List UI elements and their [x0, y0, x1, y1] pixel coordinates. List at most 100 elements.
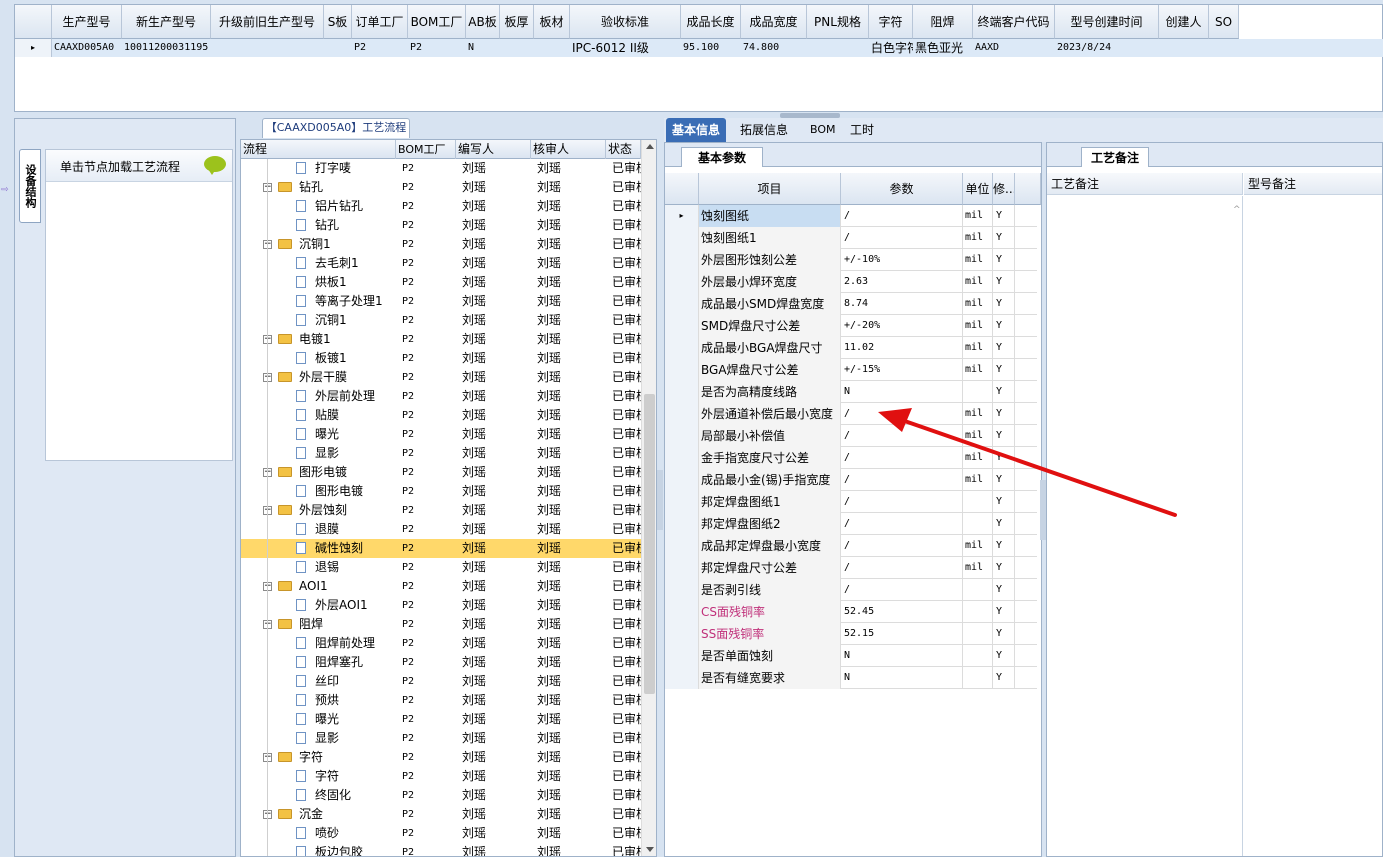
col-header[interactable]: 板材 [534, 5, 570, 39]
grid-cell[interactable] [502, 39, 534, 57]
process-row[interactable]: −沉金P2刘瑶刘瑶已审核 [241, 805, 656, 824]
param-row[interactable]: 是否单面蚀刻 N Y [665, 645, 1037, 667]
param-row[interactable]: 成品最小BGA焊盘尺寸 11.02 mil Y [665, 337, 1037, 359]
col-header[interactable]: 板厚 [500, 5, 534, 39]
process-row[interactable]: 去毛刺1 P2 刘瑶 刘瑶 已审核 [241, 254, 656, 273]
process-row[interactable]: 板边包胶 P2 刘瑶 刘瑶 已审核 [241, 843, 656, 856]
grid-cell[interactable]: N [468, 39, 500, 57]
grid-cell[interactable] [1161, 39, 1209, 57]
grid-cell[interactable]: P2 [410, 39, 466, 57]
grid-cell[interactable]: AAXD [975, 39, 1055, 57]
top-grid-row[interactable]: ▸ CAAXD005A0 10011200031195 P2 P2 N IPC-6012 I… [15, 39, 1383, 57]
param-row[interactable]: 蚀刻图纸1/mil Y [665, 227, 1037, 249]
process-row[interactable]: 退膜 P2 刘瑶 刘瑶 已审核 [241, 520, 656, 539]
process-row[interactable]: 丝印 P2 刘瑶 刘瑶 已审核 [241, 672, 656, 691]
tab-bom[interactable]: BOM [804, 118, 842, 142]
process-row[interactable]: 打字唛 P2 刘瑶 刘瑶 已审核 [241, 159, 656, 178]
col-header[interactable]: 新生产型号 [122, 5, 211, 39]
grid-cell[interactable]: 白色字符 [871, 39, 913, 57]
param-row[interactable]: 成品邦定焊盘最小宽度 / mil Y [665, 535, 1037, 557]
param-row[interactable]: 邦定焊盘尺寸公差 / mil Y [665, 557, 1037, 579]
process-row[interactable]: −图形电镀P2刘瑶刘瑶已审核 [241, 463, 656, 482]
process-row[interactable]: 曝光 P2 刘瑶 刘瑶 已审核 [241, 710, 656, 729]
param-value[interactable]: / [841, 227, 963, 249]
col-header[interactable]: 升级前旧生产型号 [211, 5, 324, 39]
param-row[interactable]: ▸ 蚀刻图纸 / mil Y [665, 205, 1037, 227]
param-row[interactable]: 外层图形蚀刻公差 +/-10% mil Y [665, 249, 1037, 271]
param-value[interactable]: / [841, 491, 963, 513]
param-value[interactable]: / [841, 403, 963, 425]
param-value[interactable]: / [841, 469, 963, 491]
process-row[interactable]: −AOI1P2刘瑶刘瑶已审核 [241, 577, 656, 596]
grid-cell[interactable]: IPC-6012 II级 [572, 39, 681, 57]
param-row[interactable]: SS面残铜率 52.15 Y [665, 623, 1037, 645]
subtab-basic-params[interactable]: 基本参数 [681, 147, 763, 167]
param-row[interactable]: 外层最小焊环宽度 2.63 mil Y [665, 271, 1037, 293]
param-row[interactable]: 邦定焊盘图纸1/ Y [665, 491, 1037, 513]
grid-cell[interactable]: 74.800 [743, 39, 807, 57]
param-row[interactable]: 是否剥引线 / Y [665, 579, 1037, 601]
process-row[interactable]: 板镀1 P2 刘瑶 刘瑶 已审核 [241, 349, 656, 368]
process-col-header[interactable]: 编写人 [456, 140, 531, 159]
process-row[interactable]: −外层干膜P2刘瑶刘瑶已审核 [241, 368, 656, 387]
param-value[interactable]: N [841, 667, 963, 689]
col-header[interactable]: 字符 [869, 5, 913, 39]
process-row[interactable]: −钻孔P2刘瑶刘瑶已审核 [241, 178, 656, 197]
param-row[interactable]: CS面残铜率 52.45 Y [665, 601, 1037, 623]
params-col-header[interactable]: 参数 [841, 173, 963, 205]
param-value[interactable]: +/-15% [841, 359, 963, 381]
process-row[interactable]: 喷砂 P2 刘瑶 刘瑶 已审核 [241, 824, 656, 843]
vertical-tab-equipment[interactable]: 设备结构 [19, 149, 41, 223]
col-header[interactable]: BOM工厂 [408, 5, 466, 39]
param-row[interactable]: 是否有缝宽要求 N Y [665, 667, 1037, 689]
param-value[interactable]: 52.15 [841, 623, 963, 645]
grid-cell[interactable]: 黑色亚光 [915, 39, 973, 57]
param-value[interactable]: / [841, 447, 963, 469]
param-row[interactable]: 金手指宽度尺寸公差 / mil Y [665, 447, 1037, 469]
col-header[interactable]: 阻焊 [913, 5, 973, 39]
col-header[interactable]: 订单工厂 [352, 5, 408, 39]
notes-scroll-up-icon[interactable]: ^ [1233, 205, 1241, 215]
param-value[interactable]: 2.63 [841, 271, 963, 293]
collapse-arrow-icon[interactable]: ⇨ [1, 185, 9, 195]
tab-extended-info[interactable]: 拓展信息 [734, 118, 794, 142]
notes-process-area[interactable] [1047, 196, 1243, 856]
param-value[interactable]: N [841, 645, 963, 667]
tab-basic-info[interactable]: 基本信息 [666, 118, 727, 142]
process-row[interactable]: −外层蚀刻P2刘瑶刘瑶已审核 [241, 501, 656, 520]
col-header[interactable]: 验收标准 [570, 5, 681, 39]
process-row[interactable]: 烘板1 P2 刘瑶 刘瑶 已审核 [241, 273, 656, 292]
process-row[interactable]: 显影 P2 刘瑶 刘瑶 已审核 [241, 729, 656, 748]
tab-work-hours[interactable]: 工时 [844, 118, 880, 142]
process-row[interactable]: −电镀1P2刘瑶刘瑶已审核 [241, 330, 656, 349]
param-value[interactable]: / [841, 205, 963, 227]
params-col-header[interactable]: 修... [993, 173, 1015, 205]
param-row[interactable]: 成品最小SMD焊盘宽度 8.74 mil Y [665, 293, 1037, 315]
col-header[interactable]: 创建人 [1159, 5, 1209, 39]
scroll-up-arrow-icon[interactable] [646, 144, 654, 149]
col-header[interactable]: 型号创建时间 [1055, 5, 1159, 39]
param-value[interactable]: +/-20% [841, 315, 963, 337]
process-row[interactable]: 终固化 P2 刘瑶 刘瑶 已审核 [241, 786, 656, 805]
param-value[interactable]: 11.02 [841, 337, 963, 359]
process-row[interactable]: 曝光 P2 刘瑶 刘瑶 已审核 [241, 425, 656, 444]
process-row[interactable]: 外层AOI1 P2 刘瑶 刘瑶 已审核 [241, 596, 656, 615]
param-row[interactable]: 邦定焊盘图纸2/ Y [665, 513, 1037, 535]
param-row[interactable]: 成品最小金(锡)手指宽度 / mil Y [665, 469, 1037, 491]
process-row[interactable]: 显影 P2 刘瑶 刘瑶 已审核 [241, 444, 656, 463]
process-row[interactable]: 碱性蚀刻 P2 刘瑶 刘瑶 已审核 [241, 539, 656, 558]
param-value[interactable]: 52.45 [841, 601, 963, 623]
process-row[interactable]: 贴膜 P2 刘瑶 刘瑶 已审核 [241, 406, 656, 425]
param-row[interactable]: BGA焊盘尺寸公差 +/-15% mil Y [665, 359, 1037, 381]
grid-cell[interactable] [213, 39, 324, 57]
notes-tab[interactable]: 工艺备注 [1081, 147, 1149, 167]
param-value[interactable]: / [841, 535, 963, 557]
param-value[interactable]: / [841, 513, 963, 535]
param-row[interactable]: 外层通道补偿后最小宽度 / mil Y [665, 403, 1037, 425]
param-value[interactable]: / [841, 425, 963, 447]
col-header[interactable]: AB板 [466, 5, 500, 39]
scroll-thumb[interactable] [644, 394, 655, 694]
process-col-header[interactable]: 流程 [241, 140, 396, 159]
param-value[interactable]: / [841, 557, 963, 579]
process-col-header[interactable]: 状态 [606, 140, 641, 159]
